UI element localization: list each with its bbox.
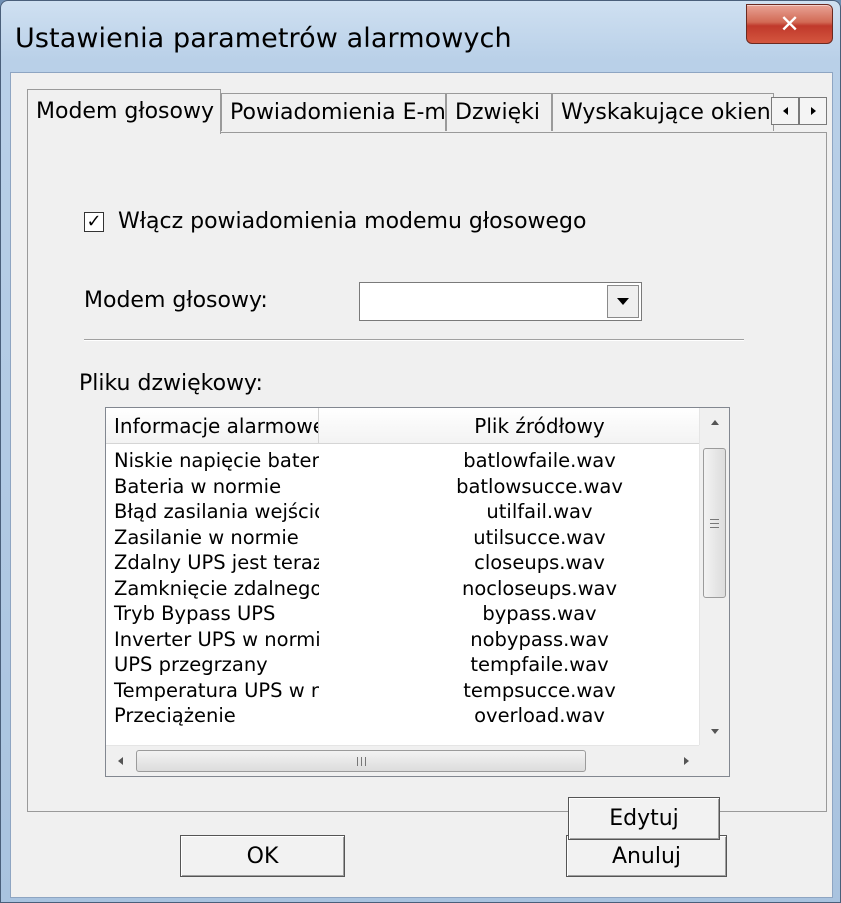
table-row[interactable]: Zasilanie w normie utilsucce.wav xyxy=(106,525,700,551)
cell-alarm-info: Zasilanie w normie xyxy=(114,525,299,549)
table-body: Niskie napięcie baterii batlowfaile.wav Ba… xyxy=(106,448,700,729)
grip-icon xyxy=(710,518,719,528)
cell-source-file: batlowfaile.wav xyxy=(463,449,616,472)
cell-alarm-info: UPS przegrzany xyxy=(114,653,268,676)
modem-select-dropdown-button[interactable] xyxy=(607,285,639,318)
cell-alarm-info: Przeciążenie xyxy=(114,704,236,727)
tab-strip: Modem głosowy Powiadomienia E-mail Dzwię… xyxy=(27,89,827,134)
tab-label: Dzwięki xyxy=(455,100,540,125)
chevron-left-icon xyxy=(782,107,788,115)
cell-alarm-info: Zamknięcie zdalnego ... xyxy=(114,576,319,600)
cell-source-file: utilsucce.wav xyxy=(473,525,606,549)
sound-file-label: Pliku dzwiękowy: xyxy=(79,371,263,396)
scroll-left-button[interactable] xyxy=(106,746,134,776)
column-header-label: Informacje alarmowe xyxy=(114,414,319,438)
tab-scroll-right-button[interactable] xyxy=(799,97,827,125)
tab-label: Powiadomienia E-mail xyxy=(230,100,446,125)
modem-select[interactable] xyxy=(359,282,642,321)
cell-alarm-info: Błąd zasilania wejścio... xyxy=(114,500,319,523)
close-button[interactable]: ✕ xyxy=(746,4,833,44)
enable-voice-modem-row[interactable]: ✓ Włącz powiadomienia modemu głosowego xyxy=(84,209,586,234)
separator xyxy=(84,339,744,341)
title-bar[interactable]: Ustawienia parametrów alarmowych ✕ xyxy=(1,1,840,73)
table-row[interactable]: Zdalny UPS jest teraz ... closeups.wav xyxy=(106,550,700,576)
cell-alarm-info: Bateria w normie xyxy=(114,474,282,498)
alarm-sound-table[interactable]: Informacje alarmowe Plik źródłowy Niskie… xyxy=(105,407,730,777)
dialog-window: Ustawienia parametrów alarmowych ✕ Modem… xyxy=(0,0,841,903)
cell-source-file: nocloseups.wav xyxy=(461,576,618,600)
cell-alarm-info: Tryb Bypass UPS xyxy=(114,602,276,625)
cell-source-file: nobypass.wav xyxy=(470,627,609,651)
cell-alarm-info: Inverter UPS w normie xyxy=(114,627,319,651)
table-row[interactable]: Niskie napięcie baterii batlowfaile.wav xyxy=(106,448,700,474)
cancel-button[interactable]: Anuluj xyxy=(566,835,727,877)
cell-source-file: overload.wav xyxy=(474,704,605,727)
chevron-right-icon xyxy=(810,107,816,115)
vertical-scrollbar[interactable] xyxy=(699,408,729,745)
table-row[interactable]: Bateria w normie batlowsucce.wav xyxy=(106,474,700,500)
horizontal-scrollbar[interactable] xyxy=(106,745,700,776)
cell-alarm-info: Zdalny UPS jest teraz ... xyxy=(114,551,319,574)
cell-alarm-info: Niskie napięcie baterii xyxy=(114,449,319,472)
tab-powiadomienia-email[interactable]: Powiadomienia E-mail xyxy=(221,93,446,131)
tab-panel-modem: ✓ Włącz powiadomienia modemu głosowego M… xyxy=(27,132,827,840)
table-row[interactable]: UPS przegrzany tempfaile.wav xyxy=(106,652,700,678)
column-header-alarm-info[interactable]: Informacje alarmowe xyxy=(106,408,319,444)
edit-button[interactable]: Edytuj xyxy=(568,797,720,840)
cell-source-file: tempfaile.wav xyxy=(470,653,609,676)
table-row[interactable]: Zamknięcie zdalnego ... nocloseups.wav xyxy=(106,576,700,602)
scroll-down-icon xyxy=(710,728,719,734)
column-header-label: Plik źródłowy xyxy=(474,414,605,438)
table-row[interactable]: Przeciążenie overload.wav xyxy=(106,703,700,729)
ok-button[interactable]: OK xyxy=(180,835,345,877)
table-row[interactable]: Tryb Bypass UPS bypass.wav xyxy=(106,601,700,627)
window-title: Ustawienia parametrów alarmowych xyxy=(15,23,512,54)
tab-scroll-left-button[interactable] xyxy=(771,97,799,125)
vertical-scroll-thumb[interactable] xyxy=(703,448,726,598)
enable-voice-modem-checkbox[interactable]: ✓ xyxy=(84,210,104,232)
tab-label: Wyskakujące okienka xyxy=(561,100,774,125)
checkmark-icon: ✓ xyxy=(86,210,102,232)
cell-source-file: bypass.wav xyxy=(482,602,597,625)
table-row[interactable]: Temperatura UPS w n... tempsucce.wav xyxy=(106,678,700,704)
table-header: Informacje alarmowe Plik źródłowy xyxy=(106,408,700,444)
tab-dzwieki[interactable]: Dzwięki xyxy=(446,93,552,131)
scrollbar-corner xyxy=(699,745,729,776)
enable-voice-modem-label: Włącz powiadomienia modemu głosowego xyxy=(118,209,587,234)
tab-wyskakujace-okienka[interactable]: Wyskakujące okienka xyxy=(552,93,774,131)
close-icon: ✕ xyxy=(779,10,800,38)
column-header-source-file[interactable]: Plik źródłowy xyxy=(319,408,700,444)
scroll-up-button[interactable] xyxy=(700,408,729,436)
horizontal-scroll-thumb[interactable] xyxy=(136,750,586,772)
grip-icon xyxy=(356,756,366,766)
scroll-right-button[interactable] xyxy=(672,746,700,776)
scroll-up-icon xyxy=(710,419,719,425)
cell-alarm-info: Temperatura UPS w n... xyxy=(114,678,319,702)
dialog-client-area: Modem głosowy Powiadomienia E-mail Dzwię… xyxy=(10,72,833,898)
scroll-down-button[interactable] xyxy=(700,717,729,745)
tab-modem-glosowy[interactable]: Modem głosowy xyxy=(27,89,221,134)
chevron-down-icon xyxy=(617,298,629,305)
table-row[interactable]: Błąd zasilania wejścio... utilfail.wav xyxy=(106,499,700,525)
scroll-left-icon xyxy=(117,757,123,765)
cell-source-file: batlowsucce.wav xyxy=(456,474,623,498)
cell-source-file: closeups.wav xyxy=(474,551,605,574)
tab-label: Modem głosowy xyxy=(36,99,214,124)
scroll-right-icon xyxy=(683,757,689,765)
table-row[interactable]: Inverter UPS w normie nobypass.wav xyxy=(106,627,700,653)
modem-label: Modem głosowy: xyxy=(84,288,268,313)
cell-source-file: tempsucce.wav xyxy=(463,678,616,702)
cell-source-file: utilfail.wav xyxy=(486,500,593,523)
